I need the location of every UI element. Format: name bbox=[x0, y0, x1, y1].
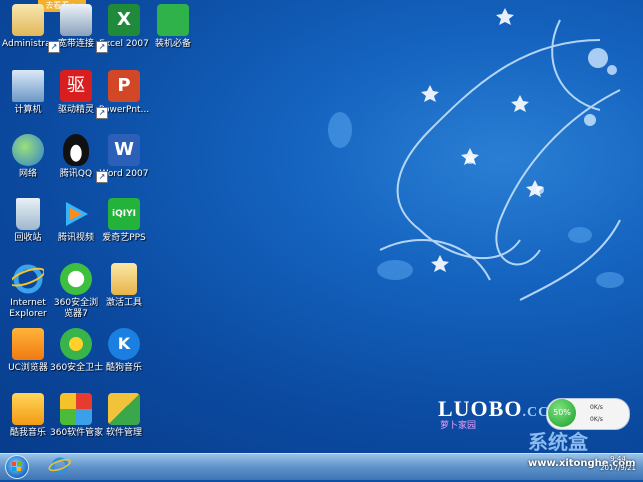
watermark-text: 系统盒 bbox=[528, 430, 588, 453]
desktop-icon-tencent-video[interactable]: 腾讯视频 bbox=[50, 198, 102, 244]
uc-browser-icon bbox=[12, 328, 44, 360]
shortcut-arrow-icon: ↗ bbox=[96, 41, 108, 53]
desktop-icon-administrator[interactable]: Administra... bbox=[2, 4, 60, 50]
360-browser-icon bbox=[60, 263, 92, 295]
desktop-icon-powerpoint[interactable]: P ↗ PowerPnt... bbox=[96, 70, 150, 119]
network-globe-icon bbox=[12, 134, 44, 166]
desktop-icon-kugou[interactable]: K 酷狗音乐 bbox=[98, 328, 150, 374]
icon-label: 网络 bbox=[18, 169, 37, 179]
icon-label: 装机必备 bbox=[154, 39, 191, 49]
desktop-icon-install-essentials[interactable]: 装机必备 bbox=[147, 4, 199, 50]
icon-label: 激活工具 bbox=[105, 298, 142, 308]
recycle-bin-icon bbox=[16, 198, 40, 230]
desktop-icon-software-manager[interactable]: 软件管理 bbox=[98, 393, 150, 439]
icon-label: 腾讯QQ bbox=[59, 169, 93, 179]
tencent-video-icon bbox=[60, 198, 92, 230]
internet-explorer-icon bbox=[48, 457, 71, 475]
360-guard-icon bbox=[60, 328, 92, 360]
360-software-manager-icon bbox=[60, 393, 92, 425]
icon-label: 软件管理 bbox=[105, 428, 142, 438]
folder-icon bbox=[111, 263, 137, 295]
upload-speed: 0K/s bbox=[590, 404, 603, 411]
start-button[interactable] bbox=[5, 455, 29, 479]
kuwo-music-icon bbox=[12, 393, 44, 425]
shortcut-arrow-icon: ↗ bbox=[48, 41, 60, 53]
desktop-icon-activation-tool[interactable]: 激活工具 bbox=[98, 263, 150, 309]
broadband-connection-icon bbox=[60, 4, 92, 36]
icon-label: 计算机 bbox=[14, 105, 42, 115]
icon-label: 腾讯视频 bbox=[57, 233, 94, 243]
driver-genius-icon: 驱 bbox=[60, 70, 92, 102]
user-folder-icon bbox=[12, 4, 44, 36]
shortcut-arrow-icon: ↗ bbox=[96, 171, 108, 183]
desktop-icon-iqiyi[interactable]: iQIYI 爱奇艺PPS bbox=[98, 198, 150, 244]
network-usage-percent: 50% bbox=[548, 399, 576, 427]
desktop-icon-computer[interactable]: 计算机 bbox=[2, 70, 54, 116]
icon-label: 酷我音乐 bbox=[9, 428, 46, 438]
clock-time: 9:44 bbox=[610, 455, 626, 463]
icon-label: 酷狗音乐 bbox=[105, 363, 142, 373]
qq-penguin-icon bbox=[63, 134, 89, 166]
clock-date: 2017/9/21 bbox=[600, 464, 636, 472]
taskbar-ie-button[interactable] bbox=[48, 456, 72, 476]
desktop-icon-qq[interactable]: 腾讯QQ bbox=[50, 134, 102, 180]
icon-label: UC浏览器 bbox=[8, 363, 48, 373]
icon-label: Internet Explorer bbox=[9, 298, 47, 319]
desktop-icon-360-guard[interactable]: 360安全卫士 bbox=[50, 328, 104, 374]
desktop-icon-kuwo[interactable]: 酷我音乐 bbox=[2, 393, 54, 439]
download-speed: 0K/s bbox=[590, 416, 603, 423]
shopping-bag-icon bbox=[157, 4, 189, 36]
desktop-icon-uc-browser[interactable]: UC浏览器 bbox=[2, 328, 54, 374]
iqiyi-icon: iQIYI bbox=[108, 198, 140, 230]
icon-label: 爱奇艺PPS bbox=[102, 233, 146, 243]
windows-logo-icon bbox=[12, 462, 21, 471]
powerpoint-icon: P bbox=[108, 70, 140, 102]
excel-icon: X bbox=[108, 4, 140, 36]
icon-label: 驱动精灵 bbox=[57, 105, 94, 115]
icon-label: 360安全卫士 bbox=[50, 363, 104, 373]
desktop-icon-word[interactable]: W ↗ Word 2007 bbox=[96, 134, 150, 183]
desktop[interactable]: 去看看 > Administra... 计算机 网络 回收站 Internet … bbox=[0, 0, 643, 453]
desktop-icon-ie[interactable]: Internet Explorer bbox=[2, 263, 54, 320]
desktop-icon-360-software[interactable]: 360软件管家 bbox=[50, 393, 104, 439]
desktop-icon-driver-genius[interactable]: 驱 驱动精灵 bbox=[50, 70, 102, 116]
computer-icon bbox=[12, 70, 44, 102]
software-manager-icon bbox=[108, 393, 140, 425]
desktop-icon-360-browser[interactable]: 360安全浏览器7 bbox=[50, 263, 102, 320]
desktop-icon-recycle-bin[interactable]: 回收站 bbox=[2, 198, 54, 244]
icon-label: 回收站 bbox=[14, 233, 42, 243]
system-clock[interactable]: 9:44 2017/9/21 bbox=[596, 455, 640, 473]
word-icon: W bbox=[108, 134, 140, 166]
kugou-music-icon: K bbox=[108, 328, 140, 360]
icon-label: 360安全浏览器7 bbox=[53, 298, 99, 319]
logo-subtitle: 萝卜家园 bbox=[440, 421, 477, 431]
icon-label: 360软件管家 bbox=[50, 428, 104, 438]
shortcut-arrow-icon: ↗ bbox=[96, 107, 108, 119]
icon-label: Administra... bbox=[2, 39, 60, 49]
desktop-icon-network[interactable]: 网络 bbox=[2, 134, 54, 180]
desktop-icon-broadband[interactable]: ↗ 宽带连接 bbox=[48, 4, 102, 53]
internet-explorer-icon bbox=[9, 263, 46, 295]
desktop-icon-excel[interactable]: X ↗ Excel 2007 bbox=[96, 4, 150, 53]
